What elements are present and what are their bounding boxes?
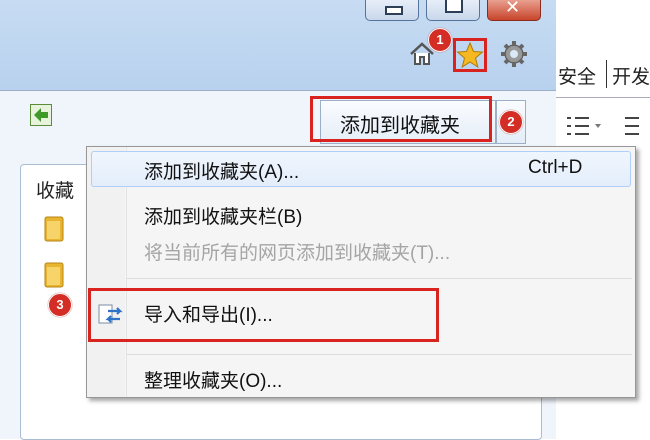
folder-icon[interactable] [44, 215, 64, 243]
menu-separator [127, 354, 632, 355]
maximize-button[interactable] [426, 0, 480, 21]
menu-item-add-to-favorites-bar[interactable]: 添加到收藏夹栏(B) [144, 202, 302, 229]
tab-divider [606, 60, 607, 88]
star-icon [456, 41, 484, 69]
toolbar-divider [556, 97, 650, 98]
menu-item-shortcut: Ctrl+D [528, 157, 583, 178]
favorites-list-title: 收藏 [36, 181, 75, 202]
close-icon: ✕ [505, 0, 521, 17]
close-button[interactable]: ✕ [487, 0, 541, 21]
menu-item-add-all-tabs: 将当前所有的网页添加到收藏夹(T)... [144, 243, 451, 264]
green-arrow-icon [34, 108, 48, 122]
minimize-icon [385, 6, 403, 15]
security-menu-tab[interactable]: 安全 [558, 62, 596, 89]
gear-icon[interactable] [500, 40, 528, 68]
folder-icon[interactable] [44, 261, 64, 289]
menu-item-add-to-favorites-label: 添加到收藏夹(A)... [144, 162, 300, 183]
step-badge-3: 3 [48, 293, 72, 317]
list-format-icon[interactable] [563, 110, 643, 140]
minimize-button[interactable] [365, 0, 419, 21]
maximize-icon [445, 0, 463, 13]
add-to-favorites-label: 添加到收藏夹 [340, 115, 460, 137]
favorites-star-button[interactable] [453, 38, 487, 72]
pin-favorites-button[interactable] [30, 104, 52, 126]
menu-separator [127, 278, 632, 279]
step-badge-2: 2 [499, 110, 523, 134]
step-badge-1: 1 [428, 28, 452, 52]
developer-menu-tab[interactable]: 开发 [612, 62, 650, 89]
menu-item-import-export[interactable]: 导入和导出(I)... [144, 300, 273, 327]
import-export-icon [98, 304, 123, 324]
menu-item-organize-favorites[interactable]: 整理收藏夹(O)... [144, 366, 282, 393]
